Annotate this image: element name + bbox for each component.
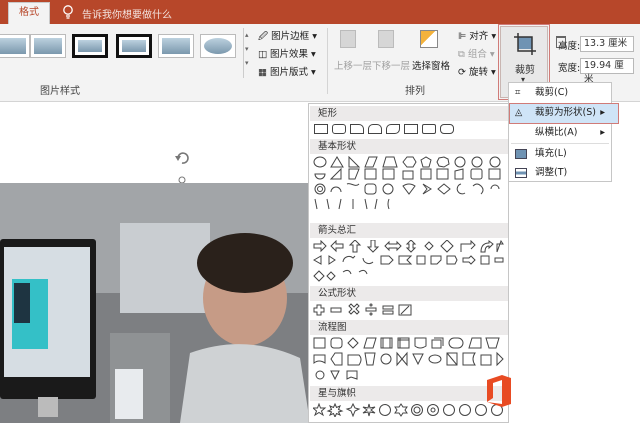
group-icon: ⧉ — [458, 49, 468, 60]
category-stars-banners: 星与旗帜 — [310, 386, 508, 401]
menu-item-crop[interactable]: ⌗ 裁剪(C) — [509, 83, 611, 103]
picture-border-button[interactable]: 🖉 图片边框 ▾ — [258, 28, 317, 45]
fit-icon — [515, 168, 527, 178]
align-icon: ⊫ — [458, 31, 470, 42]
category-arrows: 箭头总汇 — [310, 223, 508, 238]
menu-item-crop-to-shape[interactable]: ◬ 裁剪为形状(S) ▸ — [509, 103, 611, 123]
group-button[interactable]: ⧉ 组合 ▾ — [458, 46, 495, 60]
picture-style-2[interactable] — [30, 34, 66, 58]
category-equation-shapes: 公式形状 — [310, 286, 508, 301]
picture-layout-icon: ▦ — [258, 67, 270, 78]
watermark-brand: Office教程网 — [516, 380, 623, 400]
rounded-rectangle-shape-icon[interactable] — [332, 124, 346, 134]
menu-item-fit[interactable]: 调整(T) — [509, 163, 611, 183]
group-label-picture-styles: 图片样式 — [40, 86, 80, 97]
category-rectangles: 矩形 — [310, 106, 508, 121]
crop-small-icon: ⌗ — [515, 87, 521, 98]
picture-layout-button[interactable]: ▦ 图片版式 ▾ — [258, 64, 316, 78]
equation-shapes-grid[interactable] — [313, 303, 433, 317]
tell-me-search[interactable]: 告诉我你想要做什么 — [82, 6, 172, 21]
picture-style-1[interactable] — [0, 34, 30, 58]
slide-photo[interactable] — [0, 183, 310, 423]
picture-style-5[interactable] — [158, 34, 194, 58]
ribbon-tab-bar: 格式 告诉我你想要做什么 — [0, 0, 640, 24]
flowchart-shapes-grid[interactable] — [313, 337, 505, 383]
align-button[interactable]: ⊫ 对齐 ▾ — [458, 28, 496, 42]
picture-style-3[interactable] — [72, 34, 108, 58]
lightbulb-icon — [63, 5, 73, 19]
basic-shapes-grid[interactable] — [313, 156, 505, 220]
office-photo — [0, 183, 310, 423]
star-shapes-grid[interactable] — [313, 403, 505, 417]
fill-icon — [515, 149, 527, 159]
picture-effects-button[interactable]: ◫ 图片效果 ▾ — [258, 46, 316, 60]
category-flowchart: 流程图 — [310, 320, 508, 335]
shapes-icon: ◬ — [515, 107, 523, 118]
watermark-url: www.office26.com — [518, 400, 619, 413]
bring-forward-button[interactable]: 上移一层 — [334, 58, 372, 72]
submenu-arrow-icon: ▸ — [600, 107, 605, 118]
picture-style-4[interactable] — [116, 34, 152, 58]
rotate-icon: ⟳ — [458, 67, 469, 78]
send-backward-icon — [378, 30, 394, 48]
diagonal-round-rectangle-shape-icon[interactable] — [386, 124, 400, 134]
powerpoint-window: 格式 告诉我你想要做什么 ▴ ▾ ▾ 🖉 图片边框 ▾ ◫ 图片效果 ▾ ▦ 图片版… — [0, 0, 640, 423]
picture-style-6[interactable] — [200, 34, 236, 58]
round-top-rectangle-shape-icon[interactable] — [368, 124, 382, 134]
office-logo-icon — [487, 375, 511, 407]
rectangle-shape-icon[interactable] — [404, 124, 418, 134]
send-backward-button[interactable]: 下移一层 — [372, 58, 410, 72]
rotate-button[interactable]: ⟳ 旋转 ▾ — [458, 64, 496, 78]
snip-rectangle-shape-icon[interactable] — [350, 124, 364, 134]
height-input[interactable]: 13.3 厘米 — [580, 36, 634, 52]
picture-effects-icon: ◫ — [258, 49, 270, 60]
menu-item-fill[interactable]: 填充(L) — [509, 144, 611, 164]
rectangle-shape-icon[interactable] — [314, 124, 328, 134]
shapes-gallery-panel: 矩形 基本形状 箭头总汇 公式形状 流程图 星与旗帜 — [308, 103, 509, 423]
width-label: 宽度: — [558, 63, 581, 74]
picture-border-icon: 🖉 — [258, 31, 272, 42]
group-separator — [327, 28, 328, 94]
selection-pane-button[interactable]: 选择窗格 — [412, 58, 450, 72]
menu-item-aspect-ratio[interactable]: 纵横比(A) ▸ — [509, 123, 611, 143]
rectangle-shape-icon[interactable] — [422, 124, 436, 134]
width-input[interactable]: 19.94 厘米 — [580, 58, 634, 85]
submenu-arrow-icon: ▸ — [600, 127, 605, 138]
bring-forward-icon — [340, 30, 356, 48]
rotation-handle-icon[interactable] — [172, 148, 192, 184]
crop-dropdown-menu: ⌗ 裁剪(C) ◬ 裁剪为形状(S) ▸ 纵横比(A) ▸ 填充(L) 调整(T… — [508, 82, 619, 183]
category-basic-shapes: 基本形状 — [310, 139, 508, 154]
tab-format[interactable]: 格式 — [8, 2, 50, 24]
height-label: 高度: — [558, 41, 581, 52]
rectangle-shape-icon[interactable] — [440, 124, 454, 134]
gallery-scroll[interactable]: ▴ ▾ ▾ — [243, 28, 253, 78]
group-label-arrange: 排列 — [405, 86, 425, 97]
arrow-shapes-grid[interactable] — [313, 240, 505, 284]
selection-pane-icon — [420, 30, 438, 48]
